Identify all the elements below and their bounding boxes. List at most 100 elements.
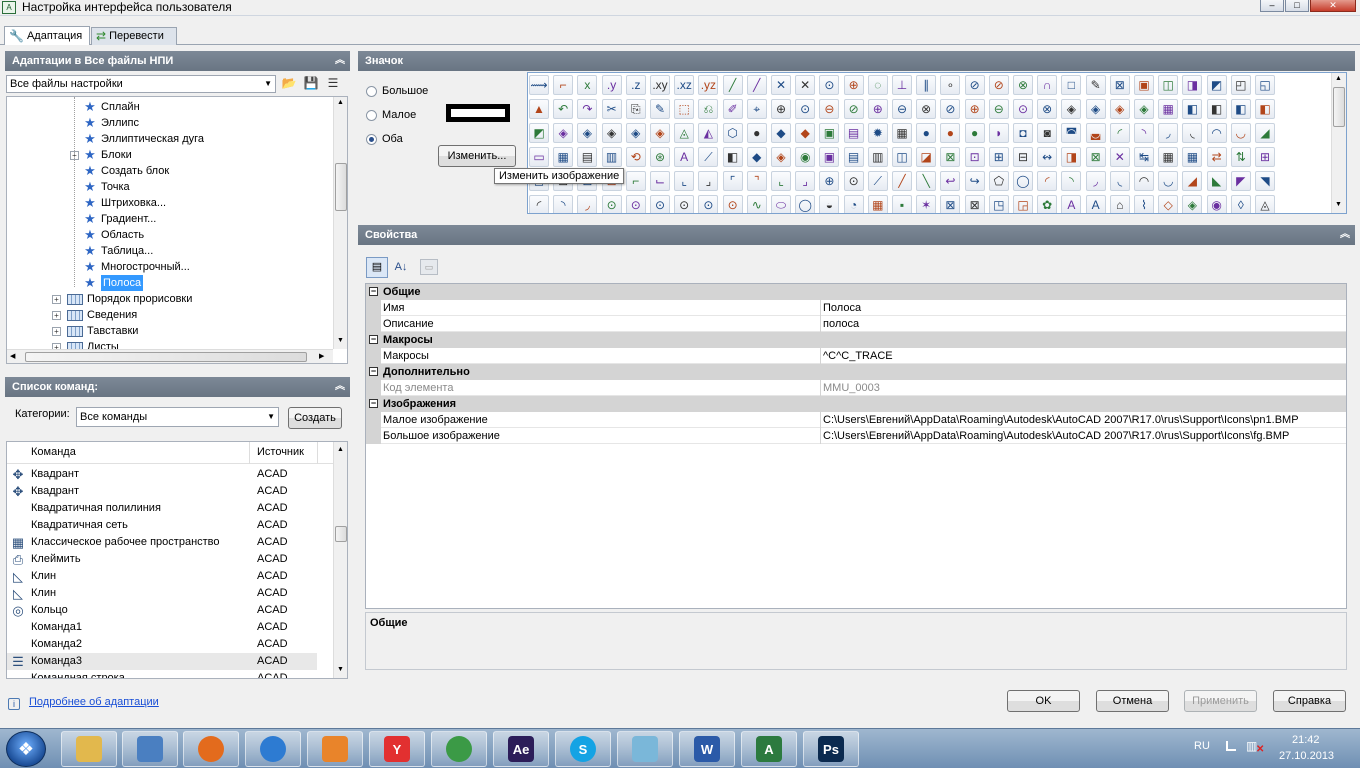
toolbar-image-icon[interactable]: A [1061,195,1082,213]
command-row[interactable]: ▦ Классическое рабочее пространство ACAD [7,534,317,551]
property-row[interactable]: Макросы ^C^C_TRACE [366,348,1346,364]
tab-transfer[interactable]: ⇄ Перевести [91,27,177,45]
toolbar-image-icon[interactable]: ◈ [1182,195,1203,213]
expand-icon[interactable]: + [52,327,61,336]
tree-item[interactable]: ★ Многострочный... [83,259,190,275]
command-row[interactable]: ⎙ Клеймить ACAD [7,551,317,568]
tray-arrow-icon[interactable] [1226,741,1236,751]
taskbar-app[interactable] [617,731,673,767]
toolbar-image-icon[interactable]: ⎘ [625,99,646,119]
taskbar-app[interactable]: W [679,731,735,767]
toolbar-image-icon[interactable]: ◈ [1109,99,1130,119]
toolbar-image-icon[interactable]: ✂ [601,99,622,119]
toolbar-image-icon[interactable]: ◭ [698,123,719,143]
toolbar-image-icon[interactable]: ⌟ [698,171,719,191]
toolbar-image-icon[interactable]: .z [625,75,646,95]
toolbar-image-icon[interactable]: ◯ [1013,171,1033,191]
toolbar-image-icon[interactable]: ◫ [1158,75,1179,95]
toolbar-image-icon[interactable]: ● [964,123,985,143]
collapse-icon[interactable]: ︽ [1340,225,1350,245]
toolbar-image-icon[interactable]: ● [916,123,937,143]
toolbar-image-icon[interactable]: ⊟ [1013,147,1033,167]
toolbar-image-icon[interactable]: ⊙ [843,171,864,191]
toolbar-image-icon[interactable]: ⬡ [722,123,743,143]
toolbar-image-icon[interactable]: ◞ [1085,171,1106,191]
toolbar-image-icon[interactable]: ⊙ [625,195,646,213]
toolbar-image-icon[interactable]: ⊕ [771,99,791,119]
command-list[interactable]: Команда Источник ✥ Квадрант ACAD ✥ Квадрант A… [6,441,348,679]
toolbar-image-icon[interactable]: ▣ [819,147,840,167]
radio-small[interactable]: Малое [366,109,416,121]
toolbar-image-icon[interactable]: ◞ [577,195,598,213]
toolbar-image-icon[interactable]: ◞ [1158,123,1179,143]
toolbar-image-icon[interactable]: ◜ [1109,123,1130,143]
toolbar-image-icon[interactable]: ▥ [867,147,888,167]
toolbar-image-icon[interactable]: ⟿ [529,75,549,95]
create-command-button[interactable]: Создать [288,407,342,429]
learn-more-link[interactable]: Подробнее об адаптации [29,696,159,708]
toolbar-image-icon[interactable]: ⌟ [795,171,816,191]
toolbar-image-icon[interactable]: ⊖ [988,99,1009,119]
toolbar-image-icon[interactable]: ╱ [892,171,912,191]
toolbar-image-icon[interactable]: ⇅ [1230,147,1251,167]
toolbar-image-icon[interactable]: ⊕ [819,171,840,191]
toolbar-image-icon[interactable]: ◩ [1206,75,1227,95]
close-button[interactable]: ✕ [1310,0,1356,12]
toolbar-image-icon[interactable]: ◆ [795,123,816,143]
command-row[interactable]: ✥ Квадрант ACAD [7,466,317,483]
toolbar-image-icon[interactable]: ◟ [1182,123,1203,143]
toolbar-image-icon[interactable]: ⊙ [722,195,743,213]
toolbar-image-icon[interactable]: ● [746,123,767,143]
command-row[interactable]: ◺ Клин ACAD [7,585,317,602]
toolbar-image-icon[interactable]: ▤ [577,147,598,167]
toolbar-image-icon[interactable]: .xz [674,75,695,95]
toolbar-image-icon[interactable]: ◉ [1206,195,1227,213]
list-options-icon[interactable]: ☰ [325,75,341,91]
radio-large[interactable]: Большое [366,85,428,97]
save-icon[interactable]: 💾 [303,75,319,91]
toolbar-image-icon[interactable]: ∿ [746,195,767,213]
toolbar-image-icon[interactable]: ↪ [964,171,985,191]
toolbar-image-icon[interactable]: ╲ [916,171,937,191]
tree-item[interactable]: ★ Градиент... [83,211,156,227]
toolbar-image-icon[interactable]: ◱ [1255,75,1275,95]
toolbar-image-icon[interactable]: ◨ [1061,147,1082,167]
toolbar-image-icon[interactable]: ⊘ [988,75,1009,95]
toolbar-image-icon[interactable]: ◡ [1230,123,1251,143]
command-list-scrollbar[interactable]: ▲ ▼ [333,442,347,678]
apply-button[interactable]: Применить [1184,690,1257,712]
toolbar-image-icon[interactable]: ▤ [843,147,864,167]
toolbar-image-icon[interactable]: ⌖ [746,99,767,119]
toolbar-image-icon[interactable]: ⊙ [795,99,816,119]
toolbar-image-icon[interactable]: x [577,75,598,95]
toolbar-image-icon[interactable]: ◳ [988,195,1009,213]
tree-item[interactable]: ★ Полоса [83,275,144,291]
icon-grid-scrollbar[interactable]: ▲ ▼ [1331,73,1346,213]
minimize-button[interactable]: – [1260,0,1284,12]
expand-icon[interactable]: + [52,311,61,320]
toolbar-image-icon[interactable]: ↶ [553,99,574,119]
toolbar-image-icon[interactable]: ⊖ [819,99,840,119]
tree-item[interactable]: ★ Создать блок [83,163,169,179]
toolbar-image-icon[interactable]: ▤ [843,123,864,143]
toolbar-image-icon[interactable]: ⬚ [674,99,695,119]
toolbar-image-icon[interactable]: ◧ [1230,99,1251,119]
property-pages-icon[interactable]: ▭ [420,259,438,275]
sort-alphabetical-icon[interactable]: A↓ [391,257,411,278]
toolbar-image-icon[interactable]: ◈ [625,123,646,143]
tree-horizontal-scrollbar[interactable]: ◀ ▶ [7,349,333,363]
taskbar-app[interactable] [122,731,178,767]
toolbar-image-icon[interactable]: ◢ [1255,123,1275,143]
command-row[interactable]: ◺ Клин ACAD [7,568,317,585]
property-value[interactable]: MMU_0003 [823,380,880,396]
toolbar-image-icon[interactable]: ◘ [1013,123,1033,143]
taskbar-app[interactable] [61,731,117,767]
toolbar-image-icon[interactable]: ◒ [819,195,840,213]
taskbar-app[interactable]: Y [369,731,425,767]
command-row[interactable]: Команда1 ACAD [7,619,317,636]
toolbar-image-icon[interactable]: ⊙ [601,195,622,213]
toolbar-image-icon[interactable]: ▭ [529,147,549,167]
toolbar-image-icon[interactable]: ◈ [577,123,598,143]
toolbar-image-icon[interactable]: ◯ [795,195,816,213]
toolbar-image-icon[interactable]: ◈ [1061,99,1082,119]
